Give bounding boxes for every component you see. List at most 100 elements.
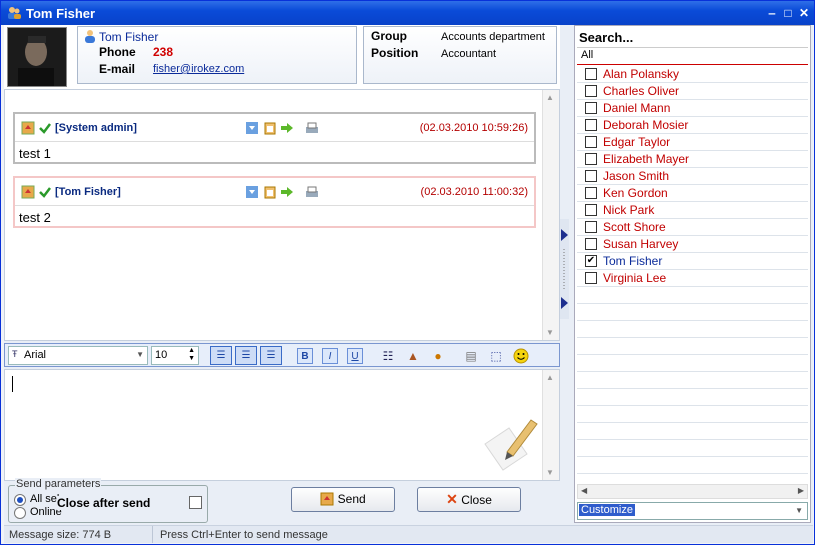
contact-card: Tom Fisher Phone 238 E-mail fisher@iroke… <box>77 26 357 84</box>
contact-row[interactable]: Elizabeth Mayer <box>577 151 808 168</box>
send-hint-status: Press Ctrl+Enter to send message <box>160 529 328 541</box>
message-time: (02.03.2010 10:59:26) <box>419 122 528 134</box>
clipboard-icon[interactable] <box>263 121 277 135</box>
align-left-button[interactable]: ☰ <box>210 346 232 365</box>
contact-checkbox[interactable] <box>585 68 597 80</box>
contact-name-label: Daniel Mann <box>603 101 671 115</box>
contact-header: Tom Fisher Phone 238 E-mail fisher@iroke… <box>4 25 560 89</box>
contact-checkbox[interactable] <box>585 204 597 216</box>
contact-checkbox[interactable] <box>585 153 597 165</box>
contact-row[interactable]: Edgar Taylor <box>577 134 808 151</box>
screenshot-icon[interactable]: ⬚ <box>488 348 504 364</box>
customize-select[interactable]: Customize ▼ <box>577 502 808 520</box>
close-after-send-checkbox[interactable] <box>189 496 202 509</box>
minimize-button[interactable]: ‒ <box>765 6 779 20</box>
contact-checkbox[interactable] <box>585 272 597 284</box>
contact-row[interactable]: Daniel Mann <box>577 100 808 117</box>
contact-row[interactable]: Ken Gordon <box>577 185 808 202</box>
send-button-label: Send <box>337 492 366 506</box>
radio-all-selected[interactable] <box>14 494 26 506</box>
scroll-down-icon[interactable]: ▼ <box>546 328 554 337</box>
format-toolbar: Ŧ Arial ▼ 10 ▲ ▼ ☰ ☰ ☰ B I U ☷ ▲ ● ▤ ⬚ <box>4 343 560 367</box>
email-link[interactable]: fisher@irokez.com <box>153 63 244 75</box>
contact-name-label: Ken Gordon <box>603 186 668 200</box>
close-button-label: Close <box>461 493 492 507</box>
history-scrollbar[interactable]: ▲ ▼ <box>542 90 559 340</box>
font-value: Arial <box>24 349 47 361</box>
empty-row <box>577 372 808 389</box>
radio-online[interactable] <box>14 507 26 519</box>
chevron-down-icon[interactable]: ▼ <box>795 506 803 515</box>
forward-arrow-icon[interactable] <box>280 121 294 135</box>
chevron-down-icon[interactable]: ▼ <box>136 350 144 359</box>
panel-splitter[interactable] <box>560 219 569 319</box>
close-window-button[interactable]: ✕ <box>797 6 811 20</box>
palette-icon[interactable]: ● <box>430 348 446 364</box>
italic-button[interactable]: I <box>322 348 338 364</box>
group-label: Group <box>371 29 407 43</box>
print-icon[interactable] <box>305 185 319 199</box>
scroll-right-icon[interactable]: ▶ <box>798 486 804 495</box>
contact-row[interactable]: Charles Oliver <box>577 83 808 100</box>
group-value: Accounts department <box>441 31 545 43</box>
contact-row[interactable]: Virginia Lee <box>577 270 808 287</box>
reply-icon[interactable] <box>245 185 259 199</box>
close-icon: ✕ <box>446 491 458 507</box>
insert-file-icon[interactable]: ▤ <box>463 348 479 364</box>
empty-row <box>577 287 808 304</box>
editor-scrollbar[interactable]: ▲ ▼ <box>542 370 559 480</box>
bold-button[interactable]: B <box>297 348 313 364</box>
align-right-button[interactable]: ☰ <box>260 346 282 365</box>
contact-row[interactable]: Jason Smith <box>577 168 808 185</box>
customize-value: Customize <box>579 504 635 516</box>
phone-label: Phone <box>99 45 136 59</box>
underline-button[interactable]: U <box>347 348 363 364</box>
font-select[interactable]: Ŧ Arial ▼ <box>8 346 148 365</box>
scroll-up-icon[interactable]: ▲ <box>546 373 554 382</box>
contact-row[interactable]: Scott Shore <box>577 219 808 236</box>
contact-checkbox[interactable] <box>585 170 597 182</box>
title-bar[interactable]: Tom Fisher ‒ □ ✕ <box>1 1 814 25</box>
contact-checkbox[interactable] <box>585 85 597 97</box>
maximize-button[interactable]: □ <box>781 6 795 20</box>
message-history[interactable]: [System admin] (02.03.2010 10:59:26) tes… <box>4 89 560 341</box>
font-icon: Ŧ <box>12 349 18 359</box>
text-color-icon[interactable]: ▲ <box>405 348 421 364</box>
contact-search-input[interactable]: Search... <box>577 28 808 48</box>
contact-name-label: Jason Smith <box>603 169 670 183</box>
reply-icon[interactable] <box>245 121 259 135</box>
scroll-left-icon[interactable]: ◀ <box>581 486 587 495</box>
contact-name-label: Charles Oliver <box>603 84 680 98</box>
chat-window: Tom Fisher ‒ □ ✕ Tom Fisher Phone 238 E-… <box>0 0 815 545</box>
scroll-up-icon[interactable]: ▲ <box>546 93 554 102</box>
empty-row <box>577 457 808 474</box>
align-center-button[interactable]: ☰ <box>235 346 257 365</box>
contacts-filter-all[interactable]: All <box>577 49 808 65</box>
send-button[interactable]: Send <box>291 487 395 512</box>
smiley-icon[interactable] <box>513 348 529 364</box>
contact-checkbox[interactable] <box>585 119 597 131</box>
spinner-icon[interactable]: ▲ ▼ <box>188 347 195 363</box>
contact-checkbox[interactable] <box>585 221 597 233</box>
close-button[interactable]: ✕ Close <box>417 487 521 512</box>
contact-checkbox[interactable] <box>585 238 597 250</box>
forward-arrow-icon[interactable] <box>280 185 294 199</box>
print-icon[interactable] <box>305 121 319 135</box>
font-size-spinner[interactable]: 10 ▲ ▼ <box>151 346 199 365</box>
contacts-hscrollbar[interactable]: ◀ ▶ <box>577 484 808 499</box>
bullet-list-icon[interactable]: ☷ <box>380 348 396 364</box>
contact-row[interactable]: Nick Park <box>577 202 808 219</box>
contact-checkbox[interactable]: ✔ <box>585 255 597 267</box>
contact-checkbox[interactable] <box>585 187 597 199</box>
clipboard-icon[interactable] <box>263 185 277 199</box>
contact-row[interactable]: ✔ Tom Fisher <box>577 253 808 270</box>
avatar <box>7 27 67 87</box>
contact-row[interactable]: Deborah Mosier <box>577 117 808 134</box>
contact-name: Tom Fisher <box>99 30 159 44</box>
contact-checkbox[interactable] <box>585 102 597 114</box>
message-editor[interactable]: ▲ ▼ <box>4 369 560 481</box>
contact-row[interactable]: Susan Harvey <box>577 236 808 253</box>
contact-checkbox[interactable] <box>585 136 597 148</box>
scroll-down-icon[interactable]: ▼ <box>546 468 554 477</box>
contact-row[interactable]: Alan Polansky <box>577 66 808 83</box>
